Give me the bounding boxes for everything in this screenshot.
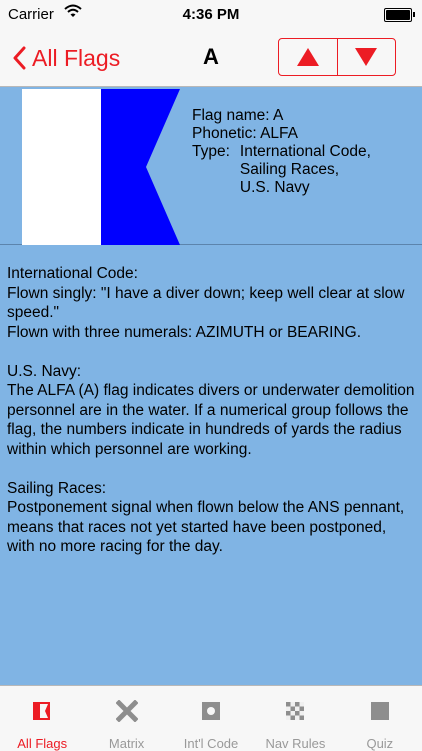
tab-quiz[interactable]: Quiz bbox=[338, 686, 422, 751]
tab-nav-rules[interactable]: Nav Rules bbox=[253, 686, 337, 751]
square-icon bbox=[367, 698, 393, 724]
sailing-races-text: Postponement signal when flown below the… bbox=[7, 499, 405, 555]
square-dot-icon bbox=[198, 698, 224, 724]
flag-phonetic: Phonetic: ALFA bbox=[192, 125, 298, 142]
navigation-bar: All Flags A bbox=[0, 30, 422, 87]
flag-header: Flag name: A Phonetic: ALFA Type: Intern… bbox=[0, 87, 422, 245]
flag-type-label: Type: bbox=[192, 143, 230, 160]
flag-type-value: U.S. Navy bbox=[239, 179, 310, 196]
tab-intl-code[interactable]: Int'l Code bbox=[169, 686, 253, 751]
flag-type-value: International Code, bbox=[239, 143, 371, 160]
tab-matrix[interactable]: Matrix bbox=[84, 686, 168, 751]
triangle-up-icon bbox=[296, 48, 319, 66]
tab-label: Quiz bbox=[366, 736, 394, 751]
tab-all-flags[interactable]: All Flags bbox=[0, 686, 84, 751]
intl-code-numerals: Flown with three numerals: AZIMUTH or BE… bbox=[7, 323, 362, 341]
back-button-label: All Flags bbox=[32, 44, 121, 71]
flag-icon bbox=[29, 698, 55, 724]
sailing-races-heading: Sailing Races: bbox=[7, 479, 107, 497]
flag-name: Flag name: A bbox=[192, 107, 284, 124]
battery-icon bbox=[384, 8, 415, 22]
intl-code-singly: Flown singly: "I have a diver down; keep… bbox=[7, 284, 405, 322]
tab-bar: All Flags Matrix Int'l Code Nav Rules Qu… bbox=[0, 685, 422, 751]
flag-a-image bbox=[22, 89, 180, 245]
flag-info: Flag name: A Phonetic: ALFA Type: Intern… bbox=[192, 107, 371, 197]
tab-label: Nav Rules bbox=[265, 736, 326, 751]
tab-label: Int'l Code bbox=[183, 736, 239, 751]
flag-type-value: Sailing Races, bbox=[239, 161, 339, 178]
x-cross-icon bbox=[114, 698, 140, 724]
us-navy-text: The ALFA (A) flag indicates divers or un… bbox=[7, 382, 415, 458]
flag-type-list: International Code, Sailing Races, U.S. … bbox=[230, 143, 371, 197]
tab-label: All Flags bbox=[17, 736, 68, 751]
checkerboard-icon bbox=[282, 698, 308, 724]
flag-stepper bbox=[278, 38, 396, 76]
previous-flag-button[interactable] bbox=[279, 39, 337, 75]
triangle-down-icon bbox=[355, 48, 378, 66]
clock-time: 4:36 PM bbox=[182, 6, 240, 23]
next-flag-button[interactable] bbox=[336, 39, 396, 75]
us-navy-heading: U.S. Navy: bbox=[7, 362, 82, 380]
back-button[interactable]: All Flags bbox=[12, 42, 120, 74]
flag-description: International Code: Flown singly: "I hav… bbox=[7, 264, 415, 557]
status-bar: Carrier 4:36 PM bbox=[0, 0, 422, 30]
chevron-left-icon bbox=[13, 46, 26, 70]
tab-label: Matrix bbox=[108, 736, 145, 751]
intl-code-heading: International Code: bbox=[7, 265, 138, 282]
flag-type-row: Type: International Code, Sailing Races,… bbox=[192, 143, 371, 197]
